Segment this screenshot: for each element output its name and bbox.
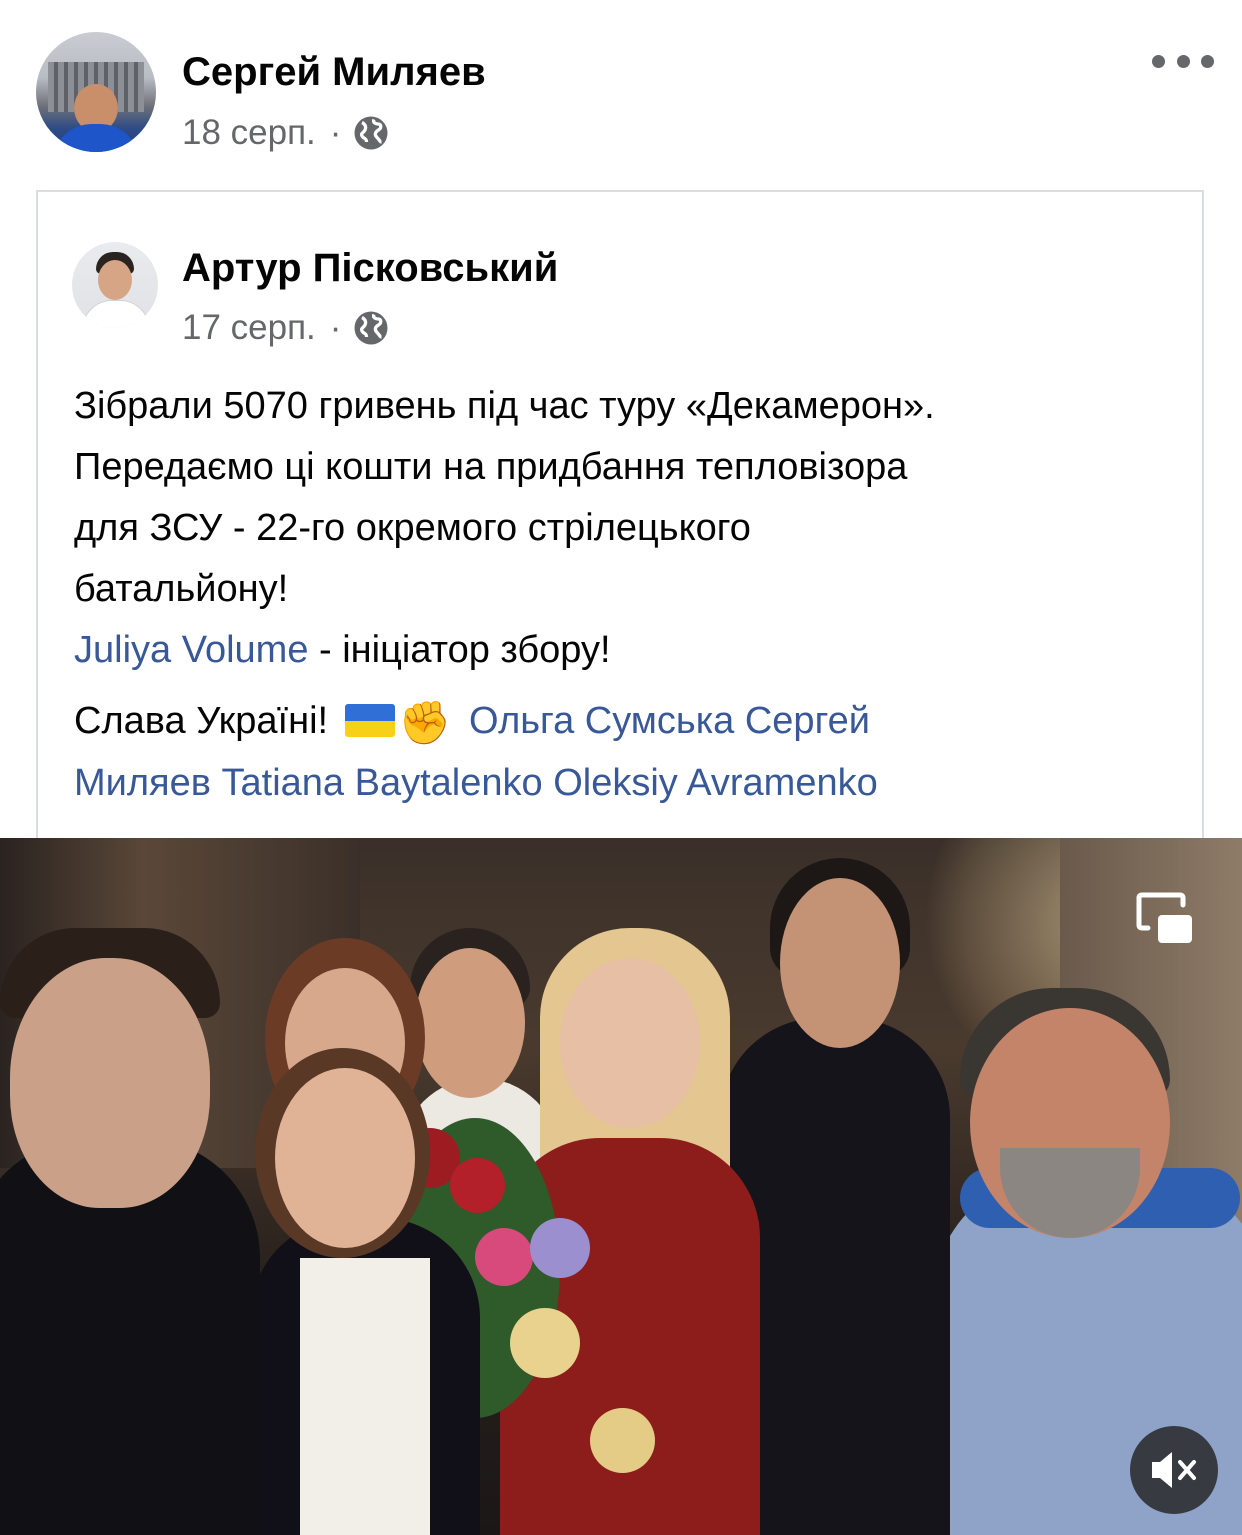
slogan-line: Слава Україні! ✊ Ольга Сумська Сергей (74, 691, 1194, 753)
post-text-line: для ЗСУ - 22-го окремого стрілецького (74, 507, 751, 549)
ukraine-flag-icon (344, 704, 395, 737)
shared-post-date[interactable]: 17 серп. (182, 308, 316, 348)
tag-link-sergey-milyaev-part2[interactable]: Миляев (74, 762, 211, 804)
video-player[interactable] (0, 838, 1242, 1535)
tags-line: Миляев Tatiana Baytalenko Oleksiy Avrame… (74, 753, 1194, 814)
post-text-line: Передаємо ці кошти на придбання тепловіз… (74, 446, 908, 488)
tag-link-sergey-milyaev-part1[interactable]: Сергей (745, 700, 870, 742)
slogan-text: Слава Україні! (74, 700, 329, 742)
author-name[interactable]: Сергей Миляев (182, 50, 486, 95)
tag-link-oleksiy-avramenko[interactable]: Oleksiy Avramenko (553, 762, 878, 804)
post-text-line: Зібрали 5070 гривень під час туру «Декам… (74, 385, 935, 427)
globe-icon (354, 311, 388, 345)
more-options-icon[interactable] (1152, 44, 1214, 78)
muted-speaker-icon[interactable] (1130, 1426, 1218, 1514)
raised-fist-icon: ✊ (398, 699, 451, 746)
picture-in-picture-icon[interactable] (1134, 888, 1198, 948)
meta-separator: · (329, 113, 342, 152)
shared-author-avatar[interactable] (72, 242, 158, 328)
globe-icon (354, 116, 388, 150)
initiator-text: - ініціатор збору! (308, 629, 611, 671)
post-header: Сергей Миляев 18 серп. · (0, 0, 1242, 185)
author-avatar[interactable] (36, 32, 156, 152)
shared-post: Артур Пісковський 17 серп. · Зібрали 507… (36, 190, 1204, 838)
tag-link-juliya-volume[interactable]: Juliya Volume (74, 629, 308, 671)
meta-separator: · (329, 308, 342, 347)
tag-link-olga-sumska[interactable]: Ольга Сумська (469, 700, 734, 742)
shared-post-meta: 17 серп. · (182, 308, 389, 348)
shared-author-name[interactable]: Артур Пісковський (182, 246, 558, 291)
tag-link-tatiana-baytalenko[interactable]: Tatiana Baytalenko (222, 762, 543, 804)
post-text-line: батальйону! (74, 568, 289, 610)
post-text: Зібрали 5070 гривень під час туру «Декам… (74, 376, 1194, 814)
initiator-line: Juliya Volume - ініціатор збору! (74, 620, 1194, 681)
post-date[interactable]: 18 серп. (182, 113, 316, 153)
post-meta: 18 серп. · (182, 113, 389, 153)
